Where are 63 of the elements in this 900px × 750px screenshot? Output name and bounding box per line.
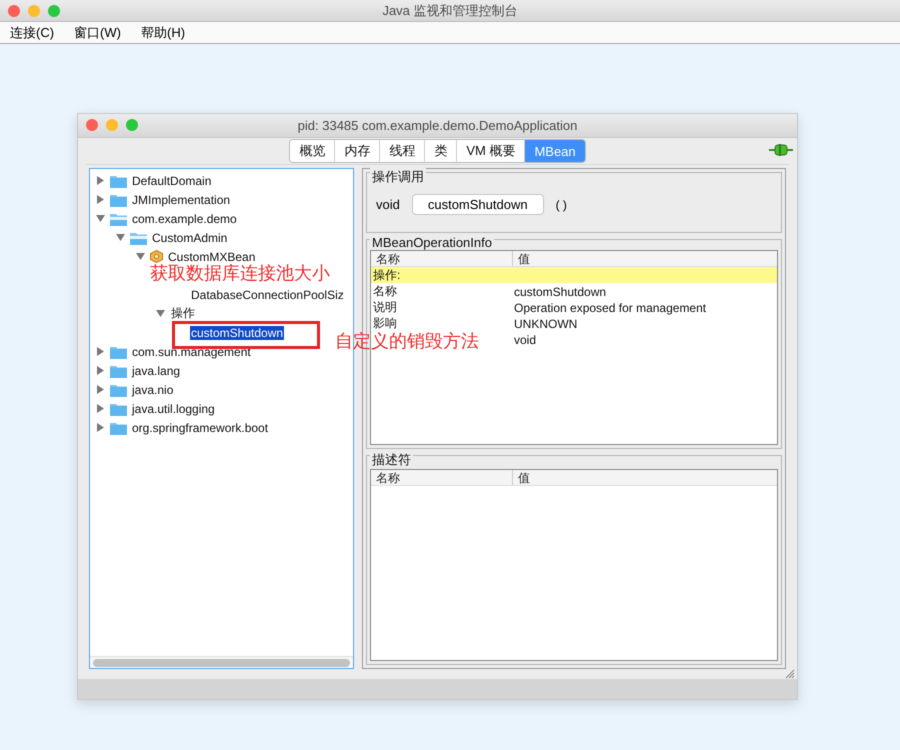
table-cell-text: 操作: [372,268,400,282]
expand-arrow-icon[interactable] [96,385,104,394]
tree-item[interactable]: customShutdown [190,326,284,340]
folder-icon [130,230,147,244]
column-header: 名称 [375,470,401,485]
menu-item[interactable]: 连接(C) [10,24,54,42]
close-button[interactable] [8,5,20,17]
expand-arrow-icon[interactable] [96,195,104,204]
folder-icon [110,344,127,358]
expand-arrow-icon[interactable] [96,423,104,432]
folder-icon [110,192,127,206]
table-cell-text: 名称 [372,284,397,298]
tree-item[interactable]: com.sun.management [131,344,252,358]
tree-item[interactable]: CustomMXBean [167,250,256,264]
tree-item[interactable]: 操作 [170,305,196,322]
group-title: MBeanOperationInfo [370,235,494,250]
column-header: 值 [512,470,777,485]
expand-arrow-icon[interactable] [96,404,104,413]
table-cell-text: Operation exposed for management [513,300,706,314]
expand-arrow-icon[interactable] [96,366,104,375]
return-type: void [376,197,400,212]
tree-item[interactable]: java.nio [131,382,174,396]
menu-item[interactable]: 窗口(W) [74,24,121,42]
collapse-arrow-icon[interactable] [136,252,144,261]
connection-icon [769,144,793,156]
collapse-arrow-icon[interactable] [116,233,124,242]
folder-icon [110,212,127,226]
folder-icon [110,382,127,396]
window-title: Java 监视和管理控制台 [382,2,518,20]
parameters: ( ) [556,198,567,212]
tree-item[interactable]: java.lang [131,364,182,378]
tree-item[interactable]: java.util.logging [131,402,216,416]
tree-item[interactable]: CustomAdmin [151,230,228,244]
collapse-arrow-icon[interactable] [96,214,104,223]
expand-arrow-icon[interactable] [96,347,104,356]
bean-icon [150,250,163,263]
collapse-arrow-icon[interactable] [156,309,164,318]
tree-item[interactable]: com.example.demo [131,212,238,226]
menu-item[interactable]: 帮助(H) [140,24,186,42]
resize-grip-icon[interactable] [785,669,795,679]
group-title: 操作调用 [370,168,426,186]
tree-item[interactable]: JMImplementation [131,192,232,206]
table-cell-text: 影响 [372,316,397,330]
scrollbar-thumb[interactable] [93,659,350,667]
table-cell-text: 说明 [372,300,397,314]
tree-item[interactable]: DatabaseConnectionPoolSiz [190,288,345,302]
annotation-text: 获取数据库连接池大小 [150,262,330,285]
table-cell-text: UNKNOWN [513,316,578,330]
folder-icon [110,364,127,378]
tree-item[interactable]: org.springframework.boot [131,420,270,434]
table-cell-text: customShutdown [513,284,606,298]
column-header: 名称 [375,251,401,266]
folder-icon [110,174,127,188]
column-header: 值 [512,251,777,266]
folder-icon [110,402,127,416]
tree-item[interactable]: DefaultDomain [131,174,212,188]
expand-arrow-icon[interactable] [96,176,104,185]
table-cell-text: void [513,332,536,346]
group-title: 描述符 [370,451,413,469]
window-title: pid: 33485 com.example.demo.DemoApplication [298,118,578,133]
close-button[interactable] [86,119,98,131]
invoke-button[interactable]: customShutdown [412,194,544,215]
folder-icon [110,420,127,434]
